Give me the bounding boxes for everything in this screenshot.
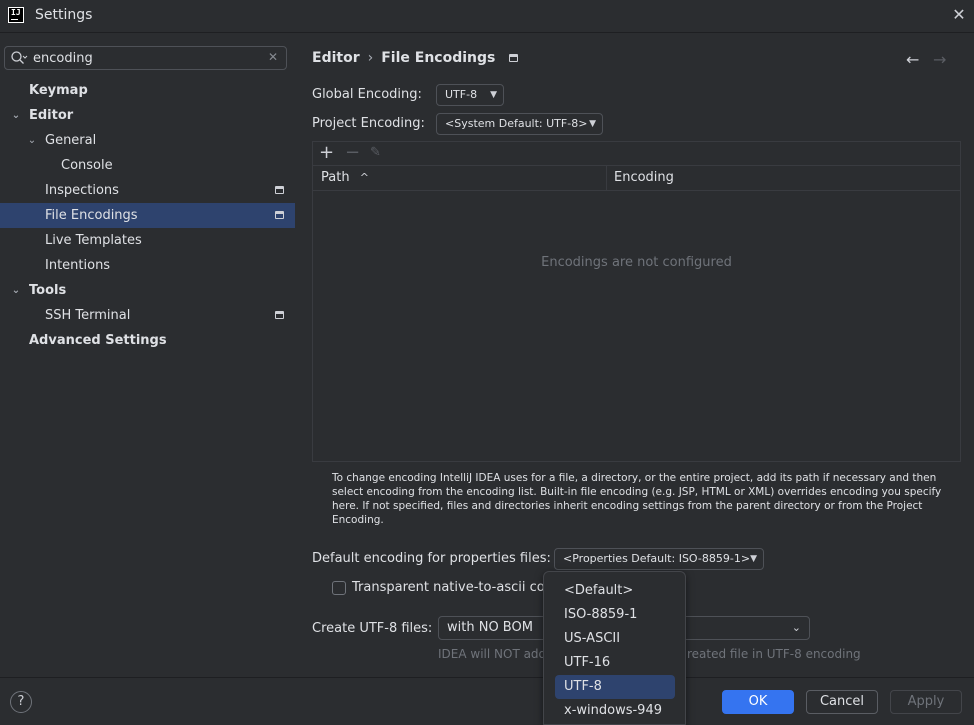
- dropdown-option-default[interactable]: <Default>: [555, 579, 675, 603]
- dialog-footer: ? OK Cancel Apply: [0, 678, 974, 725]
- sort-ascending-icon: ^: [359, 171, 369, 184]
- project-scope-icon: [275, 186, 284, 194]
- settings-tree: Keymap ⌄ Editor ⌄ General Console Inspec…: [0, 78, 295, 353]
- breadcrumb-parent[interactable]: Editor: [312, 50, 360, 66]
- chevron-down-icon: ▼: [589, 119, 596, 129]
- encoding-dropdown-popup: <Default> ISO-8859-1 US-ASCII UTF-16 UTF…: [543, 571, 686, 725]
- sidebar-item-label: SSH Terminal: [45, 308, 131, 323]
- sidebar-item-live-templates[interactable]: Live Templates: [0, 228, 295, 253]
- dropdown-option-iso-8859-1[interactable]: ISO-8859-1: [555, 603, 675, 627]
- sidebar-item-ssh-terminal[interactable]: SSH Terminal: [0, 303, 295, 328]
- column-header-encoding[interactable]: Encoding: [614, 166, 674, 190]
- breadcrumb: Editor › File Encodings: [312, 50, 519, 66]
- sidebar-item-label: Keymap: [29, 83, 88, 98]
- global-encoding-label: Global Encoding:: [312, 87, 422, 102]
- global-encoding-value: UTF-8: [445, 88, 478, 101]
- dropdown-option-utf-16[interactable]: UTF-16: [555, 651, 675, 675]
- encodings-table: + − ✎ Path ^ Encoding Encodings are not …: [312, 141, 961, 462]
- search-box[interactable]: ✕: [4, 46, 287, 70]
- table-empty-text: Encodings are not configured: [541, 255, 732, 270]
- project-scope-icon: [275, 311, 284, 319]
- dropdown-option-utf-8[interactable]: UTF-8: [555, 675, 675, 699]
- create-utf8-value: with NO BOM: [447, 620, 533, 635]
- project-encoding-select[interactable]: <System Default: UTF-8> ▼: [436, 113, 603, 135]
- project-scope-icon: [509, 54, 519, 62]
- clear-search-icon[interactable]: ✕: [268, 50, 278, 64]
- column-divider[interactable]: [606, 166, 607, 190]
- back-arrow-icon[interactable]: ←: [906, 50, 919, 69]
- chevron-down-icon: ▼: [490, 90, 497, 100]
- dropdown-option-x-windows-949[interactable]: x-windows-949: [555, 699, 675, 723]
- help-description: To change encoding IntelliJ IDEA uses fo…: [332, 472, 942, 526]
- sidebar-item-tools[interactable]: ⌄ Tools: [0, 278, 295, 303]
- sidebar-item-file-encodings[interactable]: File Encodings: [0, 203, 295, 228]
- chevron-down-icon: ▼: [750, 554, 757, 564]
- project-scope-icon: [275, 211, 284, 219]
- edit-icon[interactable]: ✎: [370, 144, 381, 162]
- properties-encoding-select[interactable]: <Properties Default: ISO-8859-1> ▼: [554, 548, 764, 570]
- sidebar-item-inspections[interactable]: Inspections: [0, 178, 295, 203]
- close-window-icon[interactable]: ✕: [950, 6, 968, 24]
- project-encoding-value: <System Default: UTF-8>: [445, 117, 588, 130]
- transparent-ascii-checkbox[interactable]: [332, 581, 346, 595]
- utf8-hint-left: IDEA will NOT add: [438, 647, 547, 661]
- cancel-button[interactable]: Cancel: [806, 690, 878, 714]
- sidebar-item-advanced-settings[interactable]: Advanced Settings: [0, 328, 295, 353]
- sidebar-item-label: Console: [61, 158, 113, 173]
- remove-icon[interactable]: −: [345, 144, 360, 162]
- forward-arrow-icon[interactable]: →: [933, 50, 946, 69]
- breadcrumb-separator: ›: [367, 50, 374, 66]
- chevron-down-icon[interactable]: ⌄: [10, 103, 22, 128]
- global-encoding-select[interactable]: UTF-8 ▼: [436, 84, 504, 106]
- sidebar-item-console[interactable]: Console: [0, 153, 295, 178]
- apply-button[interactable]: Apply: [890, 690, 962, 714]
- table-header: Path ^ Encoding: [313, 166, 960, 191]
- search-icon: [11, 51, 28, 64]
- sidebar-item-intentions[interactable]: Intentions: [0, 253, 295, 278]
- search-input[interactable]: [33, 49, 258, 67]
- properties-encoding-label: Default encoding for properties files:: [312, 551, 551, 566]
- chevron-down-icon[interactable]: ⌄: [10, 278, 22, 303]
- sidebar-item-keymap[interactable]: Keymap: [0, 78, 295, 103]
- project-encoding-label: Project Encoding:: [312, 116, 425, 131]
- help-button[interactable]: ?: [10, 691, 32, 713]
- ok-button[interactable]: OK: [722, 690, 794, 714]
- add-icon[interactable]: +: [319, 144, 334, 162]
- column-header-label: Path: [321, 170, 350, 185]
- table-toolbar: + − ✎: [313, 142, 960, 166]
- transparent-ascii-label: Transparent native-to-ascii co: [352, 580, 545, 595]
- sidebar-item-label: Advanced Settings: [29, 333, 167, 348]
- sidebar-item-label: General: [45, 133, 97, 148]
- sidebar-item-general[interactable]: ⌄ General: [0, 128, 295, 153]
- window-title: Settings: [35, 7, 93, 23]
- sidebar-item-label: Tools: [29, 283, 67, 298]
- properties-encoding-value: <Properties Default: ISO-8859-1>: [563, 552, 751, 565]
- create-utf8-label: Create UTF-8 files:: [312, 621, 433, 636]
- column-header-path[interactable]: Path ^: [321, 166, 369, 190]
- chevron-down-icon: ⌄: [791, 621, 801, 634]
- intellij-logo-icon: IJ: [8, 7, 24, 23]
- sidebar-item-editor[interactable]: ⌄ Editor: [0, 103, 295, 128]
- utf8-hint-right: reated file in UTF-8 encoding: [687, 647, 861, 661]
- sidebar-item-label: Live Templates: [45, 233, 142, 248]
- breadcrumb-current: File Encodings: [381, 50, 496, 66]
- sidebar-item-label: File Encodings: [45, 208, 138, 223]
- dropdown-option-us-ascii[interactable]: US-ASCII: [555, 627, 675, 651]
- sidebar-item-label: Inspections: [45, 183, 119, 198]
- title-bar: IJ Settings ✕: [0, 0, 974, 32]
- sidebar-item-label: Intentions: [45, 258, 111, 273]
- chevron-down-icon[interactable]: ⌄: [26, 128, 38, 153]
- sidebar-item-label: Editor: [29, 108, 74, 123]
- settings-sidebar: ✕ Keymap ⌄ Editor ⌄ General Console Insp…: [0, 33, 295, 677]
